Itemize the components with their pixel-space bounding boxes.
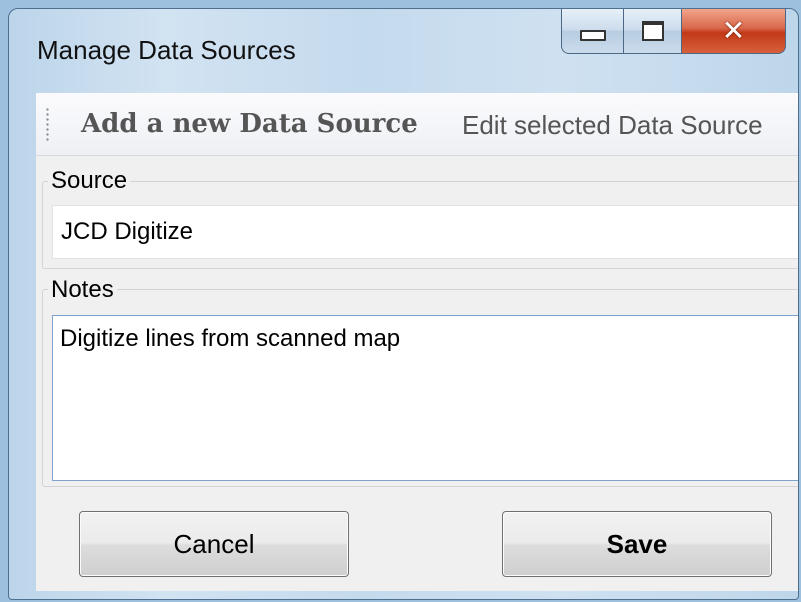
save-button[interactable]: Save	[502, 511, 772, 577]
source-input[interactable]: JCD Digitize	[52, 205, 798, 259]
cancel-button[interactable]: Cancel	[79, 511, 349, 577]
close-icon: ✕	[721, 13, 746, 47]
minimize-button[interactable]	[561, 9, 624, 54]
maximize-button[interactable]	[624, 9, 682, 54]
window-controls: ✕	[561, 9, 786, 56]
window-title: Manage Data Sources	[37, 35, 296, 65]
minimize-icon	[579, 30, 606, 41]
dialog-content: Add a new Data Source Edit selected Data…	[36, 93, 798, 591]
close-button[interactable]: ✕	[682, 9, 786, 54]
grip-icon[interactable]	[46, 107, 49, 143]
edit-data-source-button[interactable]: Edit selected Data Source	[462, 110, 763, 141]
source-label: Source	[48, 168, 131, 194]
notes-label: Notes	[48, 277, 117, 303]
title-bar[interactable]: Manage Data Sources ✕	[9, 9, 798, 89]
maximize-icon	[641, 20, 664, 41]
dialog-window: Manage Data Sources ✕ Add a new Data Sou…	[8, 8, 799, 600]
toolbar: Add a new Data Source Edit selected Data…	[36, 93, 798, 156]
add-data-source-button[interactable]: Add a new Data Source	[81, 109, 418, 139]
notes-textarea[interactable]: Digitize lines from scanned map	[52, 315, 798, 481]
